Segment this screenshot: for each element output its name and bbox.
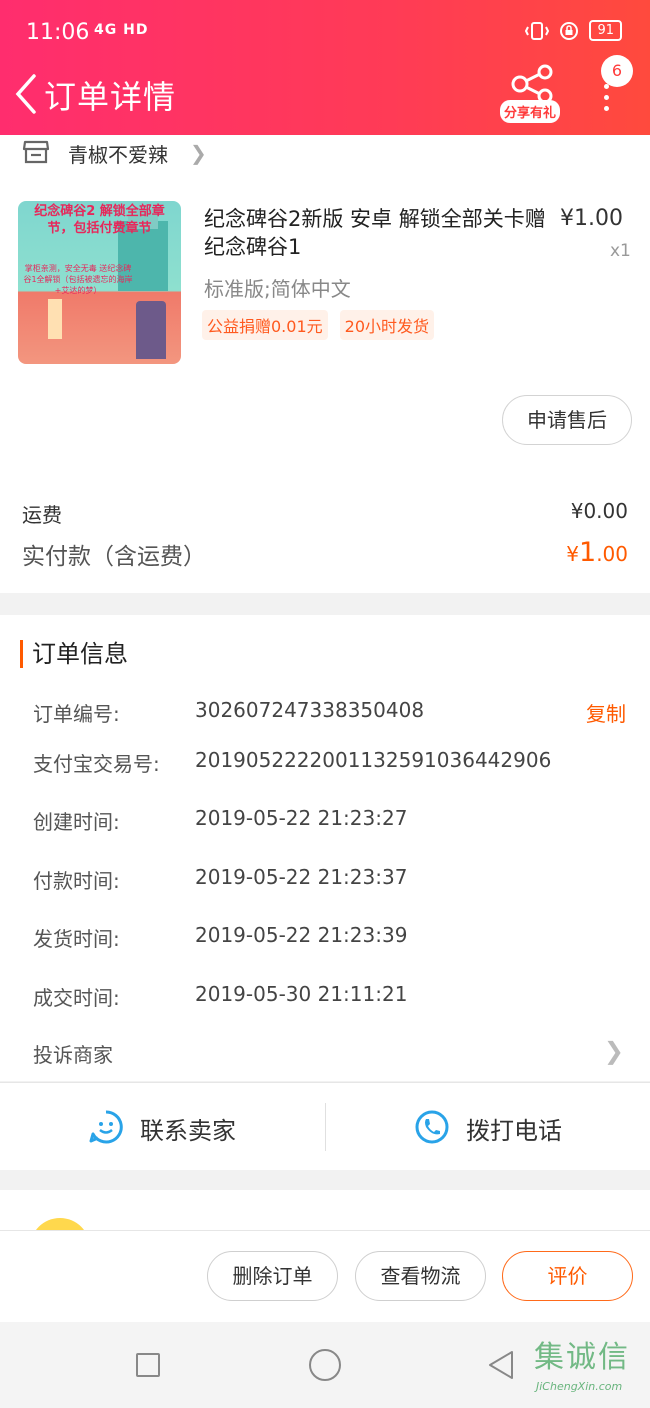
more-dot-icon [603,95,609,100]
share-reward-button[interactable]: 分享有礼 [500,62,566,124]
product-price: ¥1.00 [560,206,623,231]
system-back-icon[interactable] [486,1349,516,1381]
completed-time-row: 成交时间: 2019-05-30 21:11:21 [33,982,633,1016]
shipping-fee-value: ¥0.00 [570,499,628,523]
total-paid-decimal: .00 [596,542,628,566]
delete-order-button[interactable]: 删除订单 [207,1251,338,1301]
created-time-value: 2019-05-22 21:23:27 [195,806,408,830]
alipay-trade-value: 2019052222001132591036442906 [195,748,552,772]
product-title[interactable]: 纪念碑谷2新版 安卓 解锁全部关卡赠纪念碑谷1 [204,205,554,261]
info-label: 成交时间: [33,986,120,1010]
info-label: 创建时间: [33,810,120,834]
message-badge[interactable]: 6 [601,55,633,87]
watermark-subtext: JiChengXin.com [536,1380,623,1393]
created-time-row: 创建时间: 2019-05-22 21:23:27 [33,806,633,840]
thumbnail-note-text: 掌柜亲测，安全无毒 送纪念碑谷1全解锁（包括被遗忘的海岸+艾达的梦） [23,264,133,295]
view-logistics-button[interactable]: 查看物流 [355,1251,486,1301]
chat-face-icon [89,1110,123,1144]
recent-apps-icon[interactable] [136,1353,160,1377]
order-action-bar: 删除订单 查看物流 评价 [0,1230,650,1322]
after-sale-button[interactable]: 申请售后 [502,395,632,445]
call-phone-button[interactable]: 拨打电话 [326,1083,650,1171]
vibrate-icon [525,21,550,40]
watermark-text: 集诚信 [534,1340,630,1375]
nav-bar: 订单详情 分享有礼 6 [0,55,650,132]
info-label: 发货时间: [33,927,120,951]
contact-bar: 联系卖家 拨打电话 [0,1082,650,1170]
alipay-trade-row: 支付宝交易号: 2019052222001132591036442906 [33,748,633,782]
phone-icon [415,1110,449,1144]
complain-seller-label: 投诉商家 [33,1043,113,1067]
completed-time-value: 2019-05-30 21:11:21 [195,982,408,1006]
app-header: 11:06 4G HD 91 订单详情 分享有礼 6 [0,0,650,135]
total-paid-currency: ¥ [566,542,579,566]
order-info-section: 订单信息 订单编号: 302607247338350408 复制 支付宝交易号:… [0,615,650,1081]
info-label: 订单编号: [33,702,120,726]
order-item-card: 青椒不爱辣 ❯ 纪念碑谷2 解锁全部章节，包括付费章节 掌柜亲测，安全无毒 送纪… [0,135,650,593]
next-section-peek [0,1190,650,1230]
shipped-time-row: 发货时间: 2019-05-22 21:23:39 [33,923,633,957]
donation-tag: 公益捐赠0.01元 [202,310,328,340]
battery-indicator: 91 [589,20,622,41]
order-number-row: 订单编号: 302607247338350408 [33,698,633,732]
more-dot-icon [603,84,609,89]
more-dot-icon [603,106,609,111]
contact-seller-label: 联系卖家 [140,1117,236,1145]
shipped-time-value: 2019-05-22 21:23:39 [195,923,408,947]
info-label: 付款时间: [33,869,120,893]
status-bar: 11:06 4G HD 91 [0,14,650,54]
total-paid-value: ¥1.00 [566,537,628,568]
status-time: 11:06 [26,20,90,45]
product-quantity: x1 [610,241,631,261]
lock-icon [560,21,579,40]
call-phone-label: 拨打电话 [466,1117,562,1145]
share-reward-label: 分享有礼 [500,100,561,123]
store-name: 青椒不爱辣 [68,143,168,167]
product-variant: 标准版;简体中文 [204,277,351,301]
store-row[interactable]: 青椒不爱辣 ❯ [0,135,650,175]
order-info-heading: 订单信息 [20,640,128,668]
share-icon [511,64,553,102]
avatar [30,1218,90,1230]
copy-order-number-button[interactable]: 复制 [586,698,626,727]
shipping-fee-label: 运费 [22,503,62,527]
paid-time-value: 2019-05-22 21:23:37 [195,865,408,889]
product-thumbnail[interactable]: 纪念碑谷2 解锁全部章节，包括付费章节 掌柜亲测，安全无毒 送纪念碑谷1全解锁（… [18,201,181,364]
review-button[interactable]: 评价 [502,1251,633,1301]
home-icon[interactable] [309,1349,341,1381]
complain-seller-row[interactable]: 投诉商家 ❯ [0,1035,650,1081]
page-title: 订单详情 [44,78,177,116]
more-menu-button[interactable] [596,84,616,124]
status-icons: 91 [525,20,622,41]
order-number-value: 302607247338350408 [195,698,425,722]
info-label: 支付宝交易号: [33,752,160,776]
system-nav-bar: 集诚信 JiChengXin.com [0,1322,650,1408]
paid-time-row: 付款时间: 2019-05-22 21:23:37 [33,865,633,899]
back-arrow-icon[interactable] [8,70,44,118]
thumbnail-pillar-shape [48,299,62,339]
contact-seller-button[interactable]: 联系卖家 [0,1083,325,1171]
site-watermark: 集诚信 JiChengXin.com [530,1330,650,1400]
chevron-right-icon: ❯ [190,141,207,165]
store-icon [22,140,50,164]
product-tags: 公益捐赠0.01元 20小时发货 [202,310,435,340]
thumbnail-arch-shape [136,301,166,359]
total-paid-label: 实付款（含运费） [22,544,206,570]
chevron-right-icon: ❯ [603,1037,624,1065]
thumbnail-title-text: 纪念碑谷2 解锁全部章节，包括付费章节 [34,204,165,236]
network-indicator: 4G HD [94,22,149,38]
total-paid-integer: 1 [579,537,597,568]
shipping-time-tag: 20小时发货 [339,310,435,340]
